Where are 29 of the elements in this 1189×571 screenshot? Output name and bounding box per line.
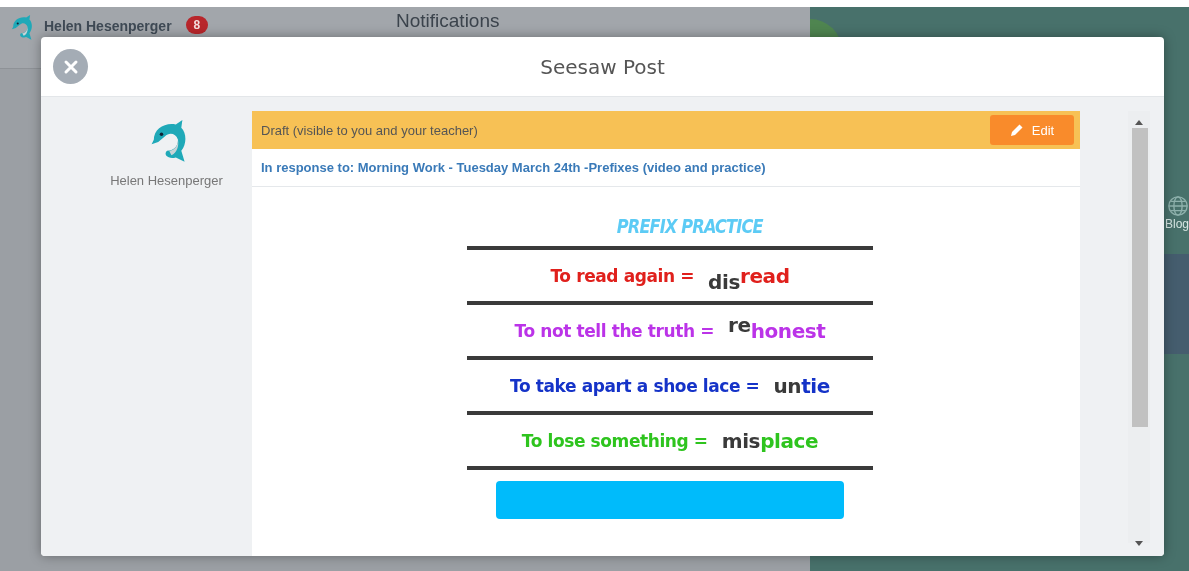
prefix-text: dis [708,269,740,294]
user-name[interactable]: Helen Hesenperger [44,18,172,34]
scrollbar-thumb[interactable] [1132,128,1148,427]
notification-badge: 8 [185,16,209,34]
page-heading: Notifications [396,10,500,32]
root-word: tie [801,373,830,398]
close-button[interactable] [53,49,88,84]
root-word: honest [750,318,826,343]
draft-status: Draft (visible to you and your teacher) [261,122,478,138]
response-link[interactable]: In response to: Morning Work - Tuesday March 24th -Prefixes (video and practice) [261,160,766,175]
modal-title: Seesaw Post [540,54,665,79]
pencil-icon [1009,123,1024,137]
globe-icon [1167,195,1189,217]
edit-button[interactable]: Edit [990,115,1074,145]
prefix-text: mis [721,428,761,453]
root-word: place [760,428,819,453]
author-name: Helen Hesenperger [110,173,223,188]
close-icon [62,58,79,75]
root-word: read [739,263,790,288]
scroll-up-icon[interactable] [1134,119,1144,125]
question-text: To not tell the truth = [514,320,714,341]
question-text: To lose something = [521,430,708,451]
worksheet-title: PREFIX PRACTICE [617,215,763,237]
scroll-down-icon[interactable] [1134,541,1144,547]
blog-link[interactable]: Blog [1164,217,1189,231]
prefix-text: re [728,312,751,337]
question-text: To take apart a shoe lace = [510,375,760,396]
question-text: To read again = [550,265,695,286]
prefix-text: un [773,373,802,398]
